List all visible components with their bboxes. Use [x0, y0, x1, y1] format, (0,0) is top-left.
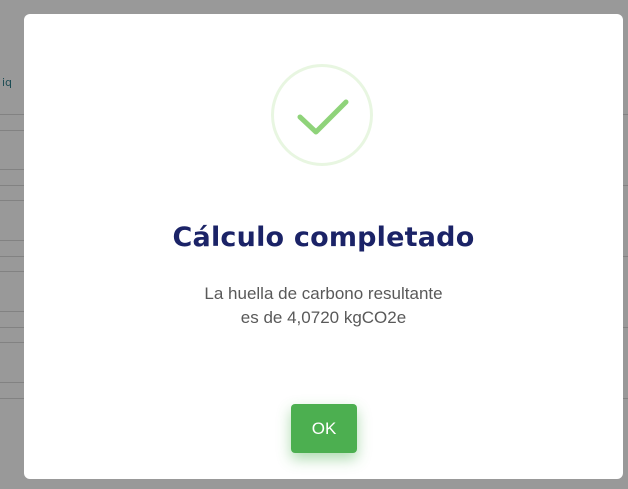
- dialog-title: Cálculo completado: [172, 222, 475, 253]
- check-icon: [297, 99, 349, 135]
- success-dialog: Cálculo completado La huella de carbono …: [24, 14, 623, 479]
- success-icon: [271, 64, 373, 166]
- dialog-message: La huella de carbono resultante es de 4,…: [24, 282, 623, 330]
- dialog-message-line: es de 4,0720 kgCO2e: [240, 308, 407, 327]
- ok-button[interactable]: OK: [291, 404, 357, 453]
- dialog-message-line: La huella de carbono resultante: [204, 284, 443, 303]
